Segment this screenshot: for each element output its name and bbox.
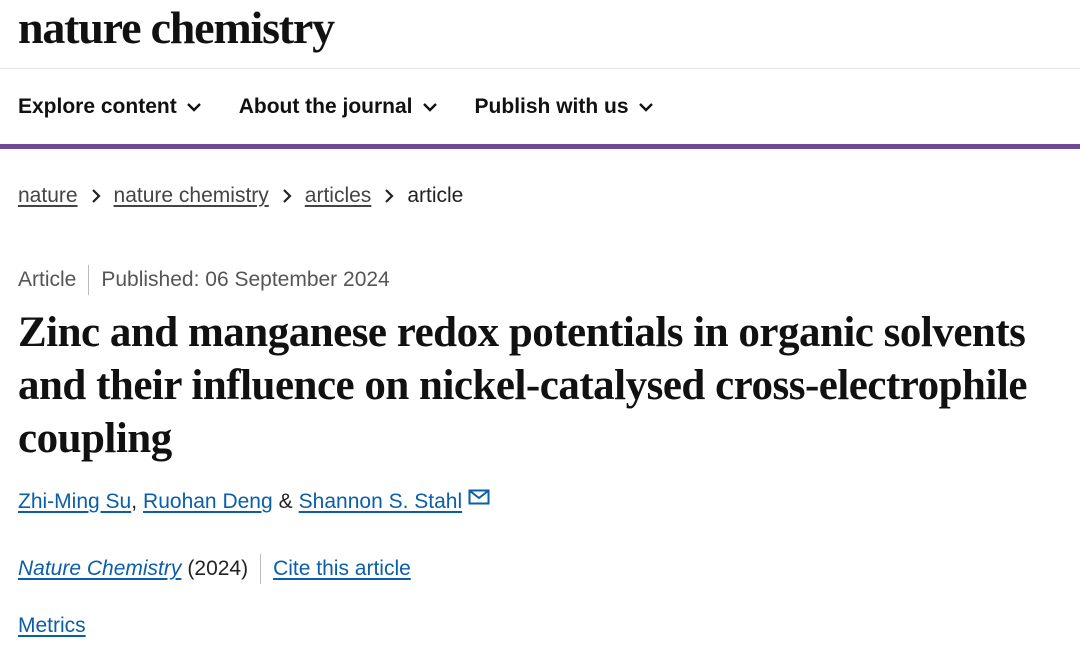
- journal-info: Nature Chemistry (2024) Cite this articl…: [18, 554, 411, 584]
- author-link[interactable]: Zhi-Ming Su: [18, 490, 131, 514]
- nav-about-journal-label: About the journal: [238, 94, 413, 118]
- nav-about-journal[interactable]: About the journal: [239, 95, 437, 119]
- chevron-down-icon: [638, 102, 653, 112]
- published-date: Published: 06 September 2024: [101, 268, 390, 291]
- chevron-right-icon: [283, 189, 292, 203]
- author-list: Zhi-Ming Su , Ruohan Deng & Shannon S. S…: [18, 489, 490, 514]
- nav-explore-content-label: Explore content: [18, 94, 177, 118]
- article-meta: Article Published: 06 September 2024: [18, 265, 390, 295]
- metrics-section: Metrics: [18, 614, 86, 638]
- article-title: Zinc and manganese redox potentials in o…: [18, 309, 1027, 462]
- breadcrumb-articles[interactable]: articles: [305, 184, 372, 208]
- chevron-down-icon: [186, 102, 201, 112]
- nav-publish-with-us[interactable]: Publish with us: [475, 95, 653, 119]
- main-nav: Explore content About the journal Publis…: [0, 69, 1080, 149]
- author-separator: ,: [131, 490, 138, 513]
- journal-link[interactable]: Nature Chemistry: [18, 557, 181, 581]
- site-header: nature chemistry: [0, 0, 1080, 69]
- author-link[interactable]: Shannon S. Stahl: [299, 490, 462, 514]
- author-separator: &: [278, 490, 293, 513]
- nav-publish-with-us-label: Publish with us: [474, 94, 629, 118]
- breadcrumb-nature-chemistry[interactable]: nature chemistry: [114, 184, 269, 208]
- divider: [88, 265, 90, 295]
- chevron-right-icon: [385, 189, 394, 203]
- mail-icon[interactable]: [468, 489, 490, 505]
- journal-logo[interactable]: nature chemistry: [18, 0, 335, 56]
- metrics-link[interactable]: Metrics: [18, 614, 86, 637]
- nav-explore-content[interactable]: Explore content: [18, 95, 201, 119]
- divider: [260, 554, 262, 584]
- article-type: Article: [18, 268, 77, 291]
- chevron-right-icon: [91, 189, 101, 203]
- breadcrumb-nature[interactable]: nature: [18, 184, 78, 208]
- publication-year: (2024): [187, 557, 249, 580]
- chevron-down-icon: [422, 102, 437, 112]
- breadcrumb-current: article: [407, 184, 464, 207]
- author-link[interactable]: Ruohan Deng: [143, 490, 273, 514]
- breadcrumb: nature nature chemistry articles article: [18, 184, 463, 208]
- cite-article-link[interactable]: Cite this article: [273, 557, 411, 581]
